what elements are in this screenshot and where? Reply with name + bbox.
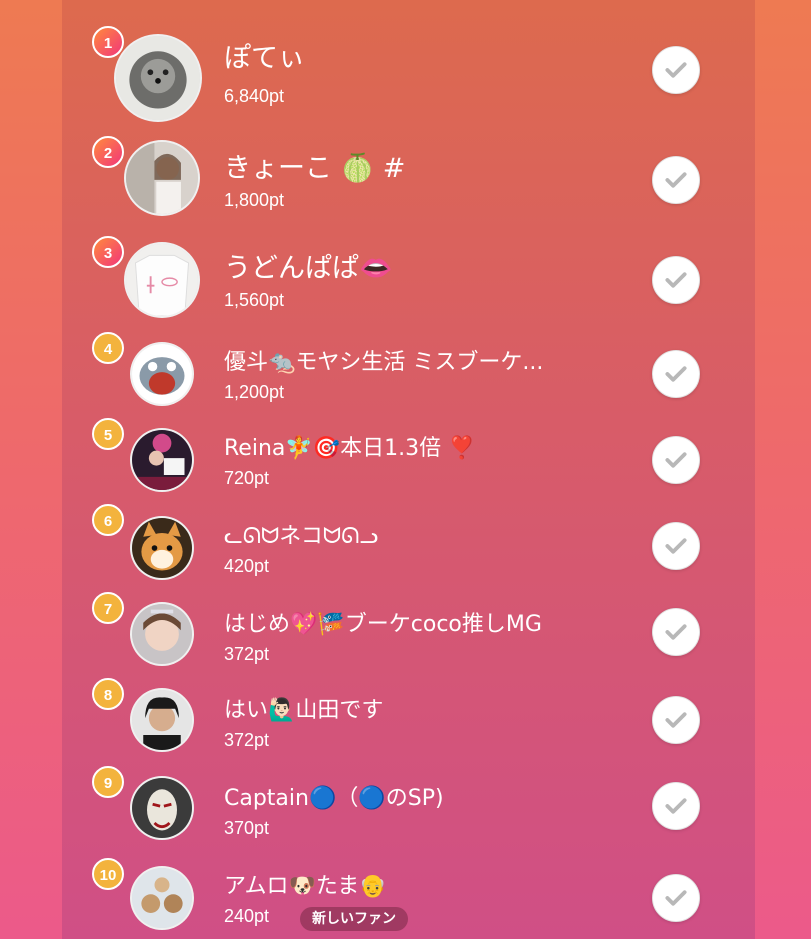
rank-badge: 4 xyxy=(92,332,124,364)
fan-name: アムロ🐶たま👴 xyxy=(224,874,387,899)
checkmark-icon xyxy=(665,538,687,554)
check-button[interactable] xyxy=(652,696,700,744)
fan-points: 1,200pt xyxy=(224,382,285,402)
rank-badge: 2 xyxy=(92,136,124,168)
fan-name: Reina🧚🎯本日1.3倍 ❣️ xyxy=(224,436,476,461)
new-fan-badge: 新しいファン xyxy=(300,907,408,931)
fan-points: 372pt xyxy=(224,644,270,664)
ranking-panel: 1 ぽてぃ 6,840pt 2 きょーこ 🍈 # 1,800pt 3 うどんぱぱ… xyxy=(62,0,755,939)
fan-points: 1,560pt xyxy=(224,290,285,310)
checkmark-icon xyxy=(665,272,687,288)
checkmark-icon xyxy=(665,890,687,906)
check-button[interactable] xyxy=(652,350,700,398)
checkmark-icon xyxy=(665,452,687,468)
check-button[interactable] xyxy=(652,522,700,570)
rank-badge: 5 xyxy=(92,418,124,450)
checkmark-icon xyxy=(665,712,687,728)
fan-name: うどんぱぱ👄 xyxy=(224,253,393,284)
check-button[interactable] xyxy=(652,156,700,204)
avatar[interactable] xyxy=(124,242,200,318)
rank-badge: 10 xyxy=(92,858,124,890)
check-button[interactable] xyxy=(652,436,700,484)
fan-name: ᓚᘏᗢネコᗢᘏᓗ xyxy=(224,524,379,549)
check-button[interactable] xyxy=(652,46,700,94)
rank-badge: 8 xyxy=(92,678,124,710)
rank-badge: 3 xyxy=(92,236,124,268)
fan-name: はい🙋🏻‍♂️山田です xyxy=(224,698,384,723)
rank-badge: 9 xyxy=(92,766,124,798)
checkmark-icon xyxy=(665,624,687,640)
fan-name: はじめ💖🎏ブーケcoco推しMG xyxy=(224,612,542,637)
check-button[interactable] xyxy=(652,782,700,830)
avatar[interactable] xyxy=(130,342,194,406)
avatar[interactable] xyxy=(130,776,194,840)
rank-badge: 1 xyxy=(92,26,124,58)
checkmark-icon xyxy=(665,62,687,78)
fan-name: ぽてぃ xyxy=(224,43,305,74)
avatar[interactable] xyxy=(130,602,194,666)
check-button[interactable] xyxy=(652,874,700,922)
fan-name: Captain🔵（🔵のSP) xyxy=(224,786,444,811)
check-button[interactable] xyxy=(652,608,700,656)
avatar[interactable] xyxy=(114,34,202,122)
checkmark-icon xyxy=(665,366,687,382)
fan-points: 240pt xyxy=(224,906,270,926)
fan-points: 420pt xyxy=(224,556,270,576)
avatar[interactable] xyxy=(130,428,194,492)
fan-name: きょーこ 🍈 # xyxy=(224,153,406,184)
fan-points: 370pt xyxy=(224,818,270,838)
fan-points: 372pt xyxy=(224,730,270,750)
fan-points: 1,800pt xyxy=(224,190,285,210)
fan-name: 優斗🐀モヤシ生活 ミスブーケ... xyxy=(224,350,544,375)
rank-badge: 6 xyxy=(92,504,124,536)
rank-badge: 7 xyxy=(92,592,124,624)
avatar[interactable] xyxy=(130,688,194,752)
checkmark-icon xyxy=(665,172,687,188)
fan-points: 720pt xyxy=(224,468,270,488)
avatar[interactable] xyxy=(130,516,194,580)
checkmark-icon xyxy=(665,798,687,814)
avatar[interactable] xyxy=(130,866,194,930)
check-button[interactable] xyxy=(652,256,700,304)
fan-points: 6,840pt xyxy=(224,86,285,106)
avatar[interactable] xyxy=(124,140,200,216)
